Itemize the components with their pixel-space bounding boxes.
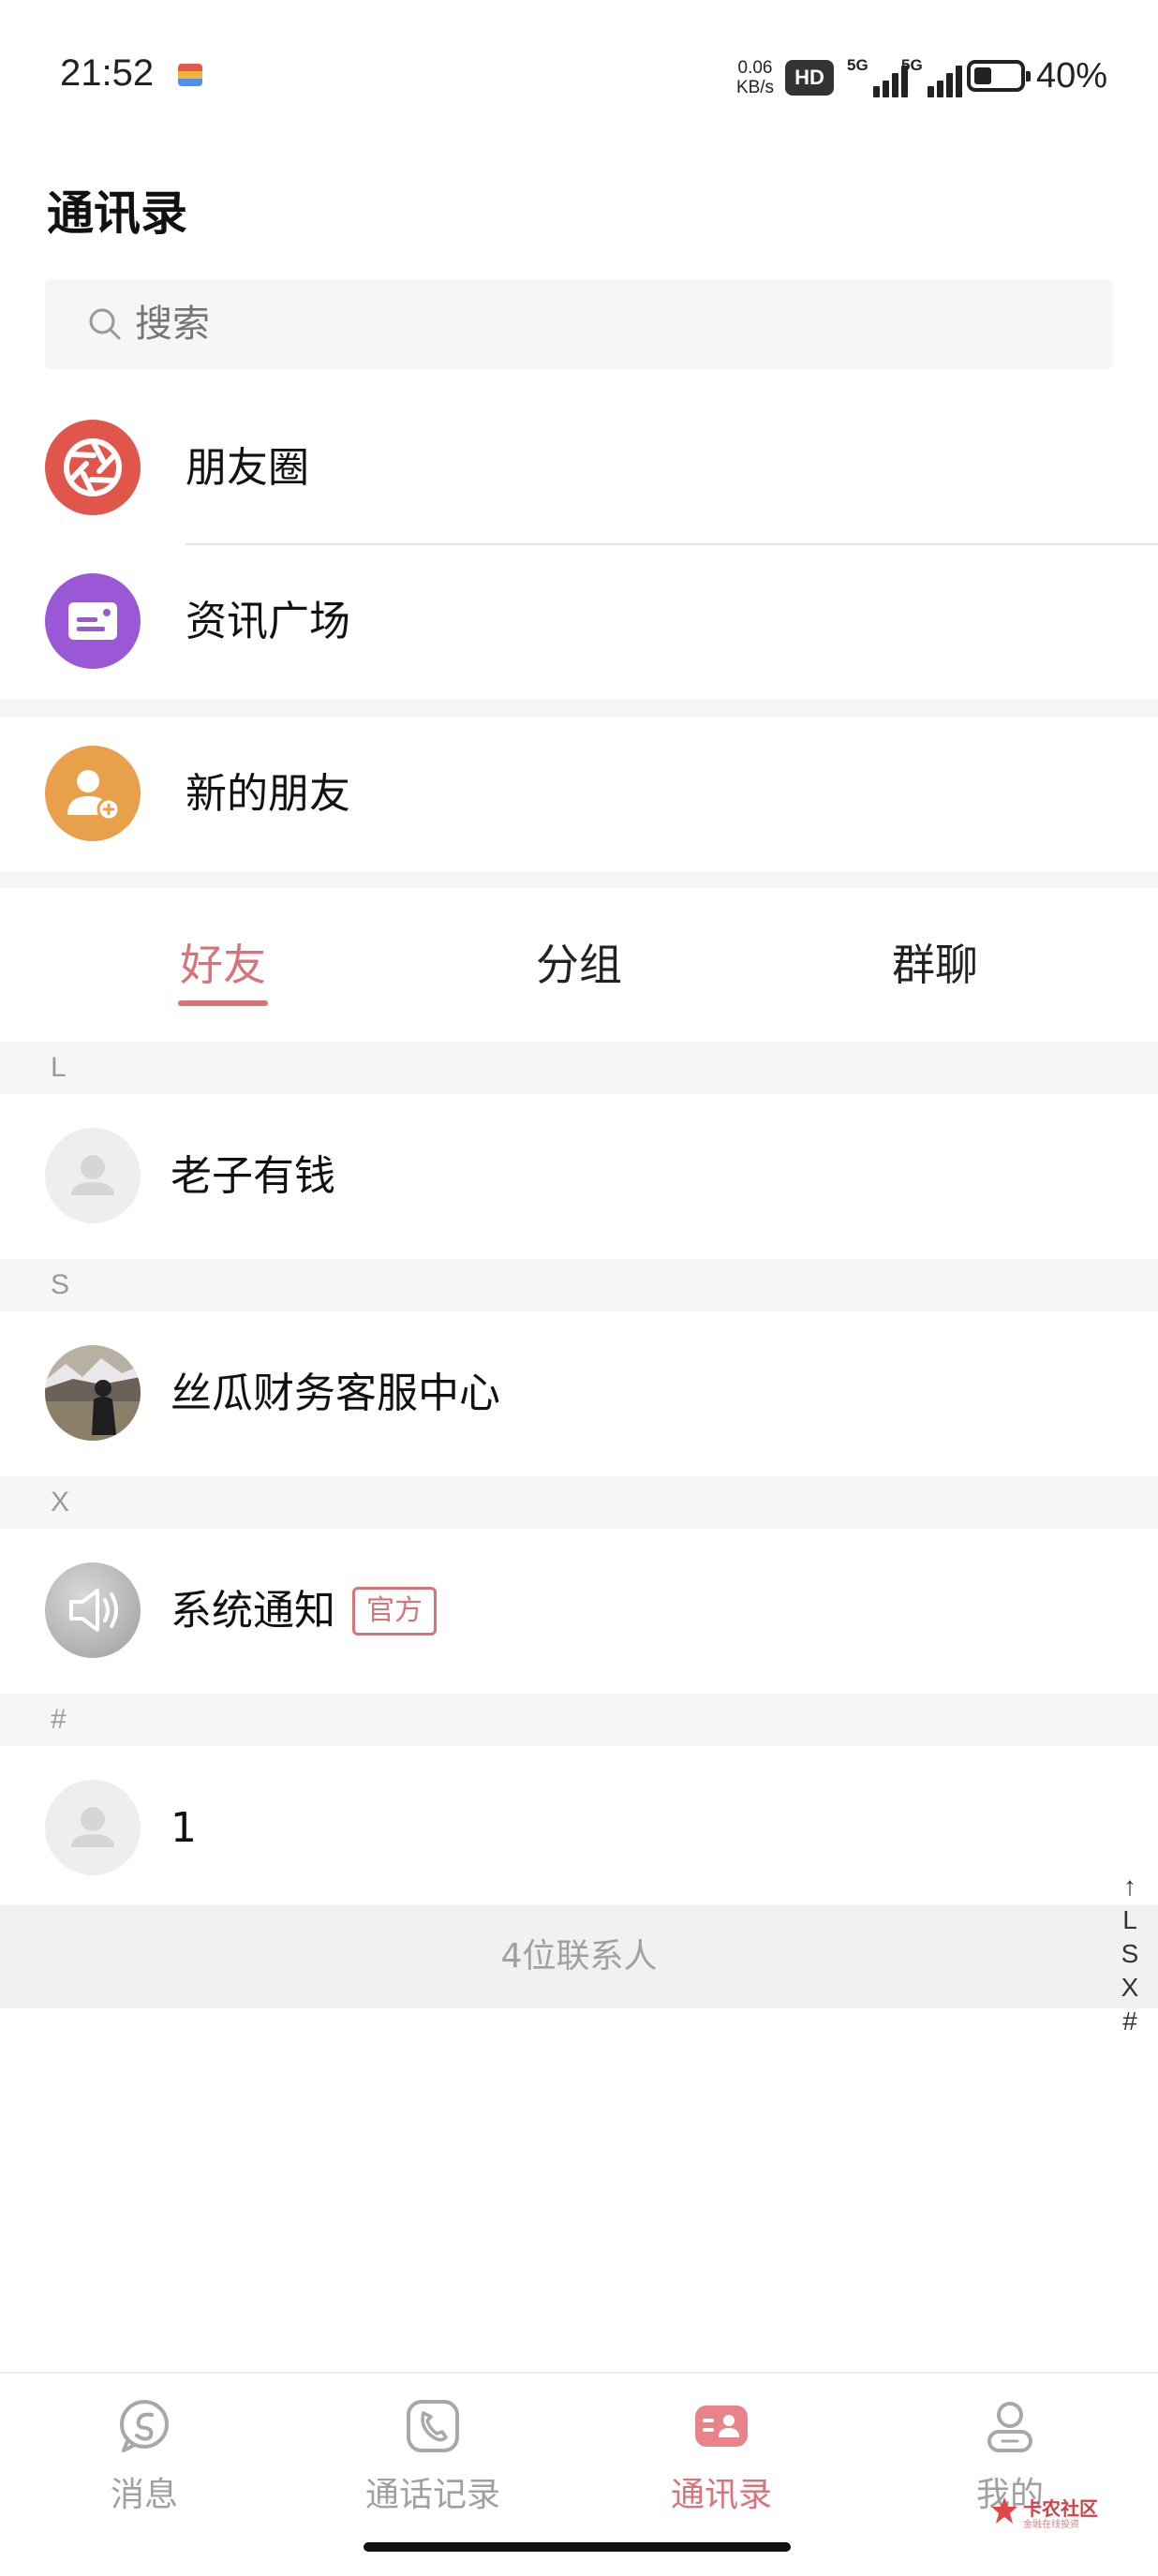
- network-type-label: 5G: [901, 56, 923, 74]
- aperture-icon: [64, 438, 122, 496]
- tab-friends[interactable]: 好友: [82, 888, 364, 1042]
- entry-moments[interactable]: 朋友圈: [0, 392, 1158, 545]
- contact-name: 老子有钱: [171, 1152, 335, 1200]
- new-friends-avatar: [45, 746, 141, 841]
- default-avatar-icon: [45, 1780, 141, 1875]
- section-header-s: S: [0, 1259, 1158, 1311]
- network-speed-unit: KB/s: [735, 78, 775, 97]
- index-letter-x[interactable]: X: [1111, 1971, 1149, 2005]
- entry-news-square[interactable]: 资讯广场: [0, 545, 1158, 699]
- page-title: 通讯录: [47, 186, 187, 241]
- watermark-subtitle: 金融在线投资: [1023, 2520, 1079, 2530]
- default-avatar-icon: [45, 1128, 141, 1223]
- section-gap: [0, 699, 1158, 718]
- entry-new-friends[interactable]: 新的朋友: [0, 718, 1158, 871]
- section-header-hash: #: [0, 1694, 1158, 1746]
- section-gap: [0, 871, 1158, 888]
- entry-label: 新的朋友: [186, 770, 350, 818]
- section-letter: S: [51, 1269, 70, 1300]
- speaker-icon: [45, 1562, 141, 1658]
- alphabet-index[interactable]: ↑ L S X #: [1111, 1870, 1149, 2038]
- contact-row[interactable]: 系统通知 官方: [0, 1529, 1158, 1694]
- index-letter-l[interactable]: L: [1111, 1903, 1149, 1937]
- signal-icon: 5G: [901, 56, 962, 97]
- entry-label: 朋友圈: [186, 444, 309, 492]
- contact-row[interactable]: 丝瓜财务客服中心: [0, 1311, 1158, 1476]
- network-type-label: 5G: [847, 56, 868, 74]
- contact-name: 系统通知: [171, 1587, 335, 1635]
- index-up-arrow[interactable]: ↑: [1111, 1870, 1149, 1903]
- contact-name: 1: [171, 1804, 197, 1852]
- status-time: 21:52: [60, 52, 155, 94]
- network-speed-value: 0.06: [737, 58, 773, 78]
- nav-label: 消息: [110, 2476, 178, 2514]
- news-card-icon: [68, 602, 117, 640]
- index-hash[interactable]: #: [1111, 2005, 1149, 2038]
- news-square-avatar: [45, 573, 141, 669]
- nav-call-log[interactable]: 通话记录: [320, 2374, 545, 2524]
- contact-row[interactable]: 1: [0, 1746, 1158, 1911]
- section-letter: X: [51, 1487, 70, 1517]
- entry-label: 资讯广场: [186, 598, 350, 645]
- search-input[interactable]: [135, 279, 978, 369]
- official-badge: 官方: [352, 1587, 437, 1636]
- nav-messages[interactable]: 消息: [32, 2374, 257, 2524]
- nav-label: 通话记录: [364, 2476, 500, 2514]
- phone-icon: [407, 2400, 459, 2452]
- network-speed: 0.06 KB/s: [731, 58, 779, 97]
- home-indicator[interactable]: [364, 2542, 791, 2552]
- search-bar[interactable]: [45, 279, 1113, 369]
- tab-group-chats[interactable]: 群聊: [794, 888, 1076, 1042]
- tab-active-indicator: [178, 1000, 268, 1006]
- section-letter: L: [51, 1052, 67, 1083]
- contact-name: 丝瓜财务客服中心: [171, 1369, 500, 1417]
- contact-row[interactable]: 老子有钱: [0, 1094, 1158, 1259]
- battery-icon: [967, 60, 1031, 92]
- tab-groups[interactable]: 分组: [438, 888, 720, 1042]
- user-icon: [987, 2402, 1032, 2452]
- search-icon: [89, 308, 121, 340]
- hd-voice-icon: HD: [785, 60, 834, 96]
- add-user-icon: [67, 770, 121, 822]
- battery-level-fill: [974, 67, 991, 84]
- contact-tabs: 好友 分组 群聊: [0, 888, 1158, 1042]
- section-letter: #: [51, 1704, 67, 1735]
- signal-icon: 5G: [847, 56, 908, 97]
- index-letter-s[interactable]: S: [1111, 1937, 1149, 1971]
- nav-label: 通讯录: [670, 2476, 772, 2514]
- notification-app-icon: [178, 64, 202, 86]
- section-header-x: X: [0, 1476, 1158, 1529]
- battery-percent: 40%: [1036, 56, 1108, 96]
- watermark-star-icon: [991, 2497, 1017, 2524]
- watermark-logo: 卡农社区 金融在线投资: [989, 2492, 1102, 2530]
- contacts-icon: [695, 2406, 748, 2447]
- section-header-l: L: [0, 1042, 1158, 1094]
- moments-avatar: [45, 420, 141, 515]
- message-icon: [120, 2400, 169, 2452]
- nav-contacts[interactable]: 通讯录: [609, 2374, 834, 2524]
- status-bar: 21:52 0.06 KB/s HD 5G 5G 40%: [0, 0, 1158, 150]
- photo-avatar: [45, 1345, 141, 1441]
- contact-count: 4位联系人: [0, 1905, 1158, 2008]
